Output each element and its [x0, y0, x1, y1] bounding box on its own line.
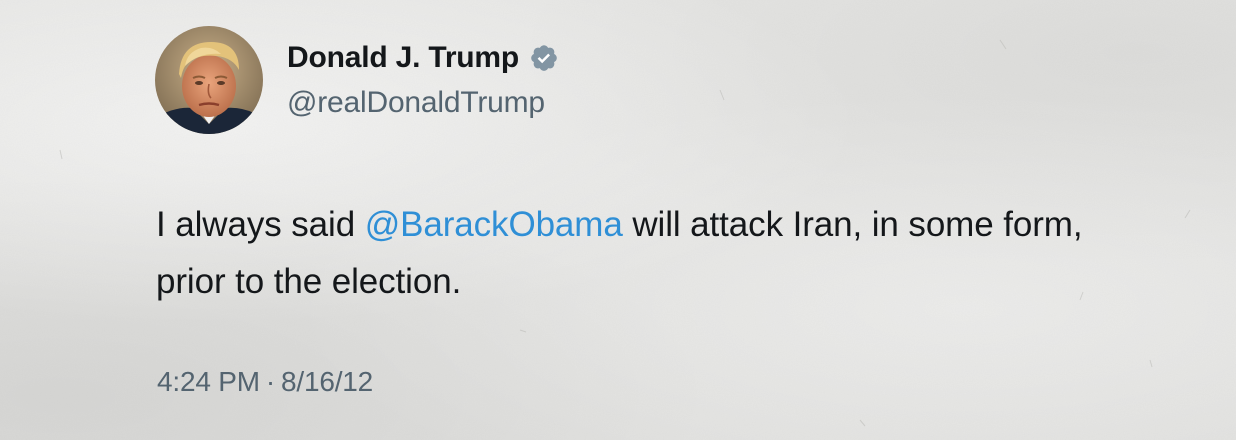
tweet-text-part: I always said [156, 205, 365, 244]
profile-photo-image [155, 26, 263, 134]
tweet-card: Donald J. Trump @realDonaldTrump I alway… [0, 0, 1236, 440]
mention-link[interactable]: @BarackObama [365, 205, 623, 244]
tweet-timestamp[interactable]: 4:24 PM · 8/16/12 [157, 366, 373, 398]
avatar[interactable] [155, 26, 263, 134]
display-name[interactable]: Donald J. Trump [287, 41, 519, 75]
meta-separator: · [265, 366, 276, 397]
author-name-row: Donald J. Trump [287, 38, 559, 78]
tweet-time: 4:24 PM [157, 366, 260, 397]
tweet-date: 8/16/12 [281, 366, 374, 397]
author-handle[interactable]: @realDonaldTrump [287, 86, 545, 120]
tweet-text: I always said @BarackObama will attack I… [156, 196, 1116, 310]
verified-badge-icon [531, 45, 557, 71]
